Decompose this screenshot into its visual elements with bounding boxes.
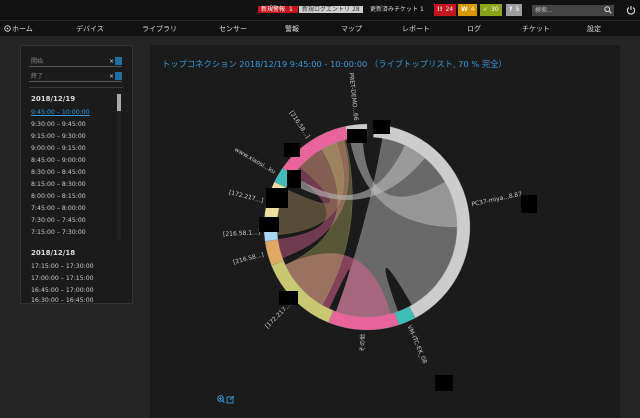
new-alerts-label: 新規警報 bbox=[261, 6, 286, 13]
alarm-count-chip[interactable]: !! 24 bbox=[434, 4, 457, 16]
time-slot[interactable]: 7:30:00 – 7:45:00 bbox=[31, 217, 86, 224]
time-slot[interactable]: 16:30:00 – 16:45:00 bbox=[31, 297, 94, 304]
chord-group-label: その他 bbox=[358, 334, 367, 352]
end-placeholder: 終了 bbox=[31, 73, 44, 80]
time-slot[interactable]: 7:45:00 – 8:00:00 bbox=[31, 205, 86, 212]
start-date-field[interactable]: 開始 × bbox=[29, 56, 122, 67]
nav-home[interactable]: ホーム bbox=[4, 23, 33, 35]
nav-devices[interactable]: デバイス bbox=[76, 23, 104, 35]
redacted-block bbox=[435, 375, 453, 391]
chord-group-label: PRET-DEMO...66 bbox=[347, 72, 359, 121]
nav-sensors[interactable]: センサー bbox=[219, 23, 247, 35]
time-slot[interactable]: 9:00:00 – 9:15:00 bbox=[31, 145, 86, 152]
time-slot[interactable]: 17:00:00 – 17:15:00 bbox=[31, 275, 94, 282]
scrollbar-thumb[interactable] bbox=[117, 94, 121, 111]
calendar-icon[interactable] bbox=[115, 72, 122, 80]
redacted-block bbox=[284, 143, 300, 157]
ok-count: 30 bbox=[491, 6, 499, 13]
time-slot[interactable]: 8:30:00 – 8:45:00 bbox=[31, 169, 86, 176]
time-slot-selected[interactable]: 9:45:00 – 10:00:00 bbox=[31, 109, 90, 116]
unknown-count: 5 bbox=[515, 6, 520, 13]
chord-group-label: [172.217...] bbox=[228, 189, 264, 204]
updated-tickets-badge[interactable]: 更新済みチケット 1 bbox=[370, 4, 424, 16]
redacted-block bbox=[266, 188, 288, 208]
redacted-block bbox=[521, 195, 537, 213]
nav-home-label: ホーム bbox=[12, 25, 33, 33]
search-icon[interactable] bbox=[604, 6, 612, 14]
time-slot[interactable]: 9:30:00 – 9:45:00 bbox=[31, 121, 86, 128]
chord-group-label: [216.58...] bbox=[288, 110, 311, 140]
redacted-block bbox=[279, 291, 298, 305]
check-icon: ✓ bbox=[483, 6, 489, 13]
nav-logs[interactable]: ログ bbox=[467, 23, 481, 35]
nav-maps[interactable]: マップ bbox=[341, 23, 362, 35]
clear-start-icon[interactable]: × bbox=[109, 56, 114, 67]
redacted-block bbox=[259, 217, 279, 232]
prtg-logo-icon bbox=[4, 25, 11, 32]
top-connections-panel: トップコネクション 2018/12/19 9:45:00 - 10:00:00 … bbox=[150, 45, 620, 418]
time-slot[interactable]: 16:45:00 – 17:00:00 bbox=[31, 287, 94, 294]
top-bar: 新規警報 1 新規ログエントリ 28 更新済みチケット 1 !! 24 W4 ✓ 3… bbox=[0, 0, 640, 20]
clear-end-icon[interactable]: × bbox=[109, 71, 114, 82]
chord-group-label: [216.58.1...] bbox=[223, 229, 260, 238]
redacted-block bbox=[347, 129, 367, 143]
warning-count-chip[interactable]: W4 bbox=[458, 4, 478, 16]
search-input[interactable]: 検索... bbox=[532, 5, 614, 16]
new-alerts-count: 1 bbox=[289, 6, 293, 13]
new-log-label: 新規ログエントリ bbox=[302, 6, 351, 13]
chord-group-label: PC37-miya...8.87 bbox=[471, 191, 523, 209]
nav-reports[interactable]: レポート bbox=[402, 23, 430, 35]
redacted-block bbox=[373, 120, 390, 134]
start-placeholder: 開始 bbox=[31, 58, 44, 65]
divider bbox=[29, 87, 123, 88]
new-alerts-badge[interactable]: 新規警報 1 bbox=[258, 4, 298, 16]
history-panel: 開始 × 終了 × 2018/12/19 9:45:00 – 10:00:00 … bbox=[20, 45, 133, 304]
time-slot[interactable]: 8:15:00 – 8:30:00 bbox=[31, 181, 86, 188]
unknown-count-chip[interactable]: ? 5 bbox=[506, 4, 523, 16]
calendar-icon[interactable] bbox=[115, 57, 122, 65]
zoom-and-external-link-icons[interactable] bbox=[217, 395, 235, 404]
warning-icon: W bbox=[461, 6, 468, 13]
redacted-block bbox=[287, 170, 301, 188]
date-heading: 2018/12/19 bbox=[31, 95, 76, 103]
time-slot[interactable]: 8:45:00 – 9:00:00 bbox=[31, 157, 86, 164]
chord-group-label: [216.58...] bbox=[232, 251, 264, 266]
main-nav: ホーム デバイス ライブラリ センサー 警報 マップ レポート ログ チケット … bbox=[0, 20, 640, 36]
new-log-count: 28 bbox=[352, 6, 360, 13]
search-placeholder: 検索... bbox=[535, 7, 553, 14]
scrollbar-track[interactable] bbox=[117, 94, 121, 241]
time-slot[interactable]: 17:15:00 – 17:30:00 bbox=[31, 263, 94, 270]
updated-tickets-count: 1 bbox=[419, 6, 424, 13]
alarm-count: 24 bbox=[445, 6, 454, 13]
time-slot[interactable]: 8:00:00 – 8:15:00 bbox=[31, 193, 86, 200]
question-icon: ? bbox=[509, 6, 513, 13]
updated-tickets-label: 更新済みチケット bbox=[370, 6, 419, 13]
ok-count-chip[interactable]: ✓ 30 bbox=[480, 4, 502, 16]
end-date-field[interactable]: 終了 × bbox=[29, 71, 122, 82]
logout-power-icon[interactable] bbox=[626, 5, 636, 15]
time-slot[interactable]: 7:15:00 – 7:30:00 bbox=[31, 229, 86, 236]
new-log-entries-badge[interactable]: 新規ログエントリ 28 bbox=[299, 4, 363, 16]
nav-alarms[interactable]: 警報 bbox=[285, 23, 299, 35]
alarm-icon: !! bbox=[437, 6, 443, 13]
chord-group-label: VM-ITC-EK_08 bbox=[406, 324, 429, 365]
time-slot[interactable]: 9:15:00 – 9:30:00 bbox=[31, 133, 86, 140]
chord-diagram: PC37-miya...8.87 VM-ITC-EK_08 その他 [172.217.… bbox=[223, 72, 523, 365]
warning-count: 4 bbox=[470, 6, 475, 13]
nav-libraries[interactable]: ライブラリ bbox=[142, 23, 177, 35]
nav-setup[interactable]: 設定 bbox=[587, 23, 601, 35]
date-heading: 2018/12/18 bbox=[31, 249, 76, 257]
nav-tickets[interactable]: チケット bbox=[522, 23, 550, 35]
chord-group-label: www.xiaosi...ku bbox=[233, 146, 277, 176]
